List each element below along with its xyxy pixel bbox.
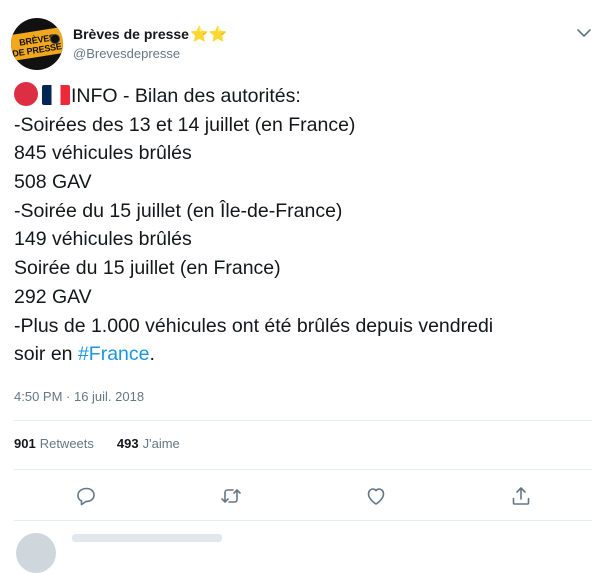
tweet-stats: 901 Retweets 493 J'aime (14, 436, 203, 451)
reply-icon[interactable] (74, 484, 98, 508)
divider (14, 420, 592, 421)
tweet-line: Soirée du 15 juillet (en France) (14, 257, 281, 280)
tweet-last-line-prefix: soir en (14, 343, 78, 366)
display-name[interactable]: Brèves de presse (73, 26, 189, 42)
tweet-first-line: INFO - Bilan des autorités: (71, 85, 301, 107)
avatar-dot (50, 34, 60, 44)
tweet-line: INFO - Bilan des autorités: (14, 82, 594, 111)
tweet-actions (0, 484, 604, 508)
author-name-row[interactable]: Brèves de presse ⭐⭐ (73, 24, 227, 44)
france-flag-icon (42, 85, 70, 105)
divider (14, 469, 592, 470)
tweet-line: 508 GAV (14, 171, 92, 194)
retweets-label: Retweets (39, 436, 94, 451)
avatar[interactable]: BRÈVES DE PRESSE (11, 18, 63, 70)
likes-stat[interactable]: 493 J'aime (117, 436, 180, 451)
heart-icon[interactable] (364, 484, 388, 508)
tweet-card: BRÈVES DE PRESSE Brèves de presse ⭐⭐ @Br… (0, 0, 604, 573)
retweet-icon[interactable] (219, 484, 243, 508)
likes-label: J'aime (142, 436, 180, 451)
tweet-line: 292 GAV (14, 285, 92, 308)
avatar[interactable] (16, 533, 56, 573)
retweets-count: 901 (14, 436, 36, 451)
hashtag-link[interactable]: #France (78, 343, 150, 365)
likes-count: 493 (116, 436, 139, 451)
tweet-line: -Plus de 1.000 véhicules ont été brûlés … (14, 314, 494, 337)
star-emoji: ⭐⭐ (189, 25, 228, 43)
tweet-line: -Soirée du 15 juillet (en Île-de-France) (14, 199, 343, 222)
retweets-stat[interactable]: 901 Retweets (14, 436, 94, 451)
red-circle-icon (14, 82, 38, 106)
tweet-line: 149 véhicules brûlés (14, 228, 192, 251)
divider (14, 520, 592, 521)
share-icon[interactable] (509, 484, 533, 508)
timestamp[interactable]: 4:50 PM · 16 juil. 2018 (14, 389, 144, 404)
tweet-line: -Soirées des 13 et 14 juillet (en France… (14, 113, 356, 136)
author-handle[interactable]: @Brevesdepresse (73, 46, 180, 61)
reply-preview (72, 534, 222, 542)
tweet-line: 845 véhicules brûlés (14, 142, 192, 165)
tweet-line: soir en #France. (14, 340, 594, 369)
tweet-last-line-suffix: . (149, 343, 155, 366)
tweet-text: INFO - Bilan des autorités: -Soirées des… (14, 82, 594, 369)
chevron-down-icon[interactable] (576, 26, 592, 40)
